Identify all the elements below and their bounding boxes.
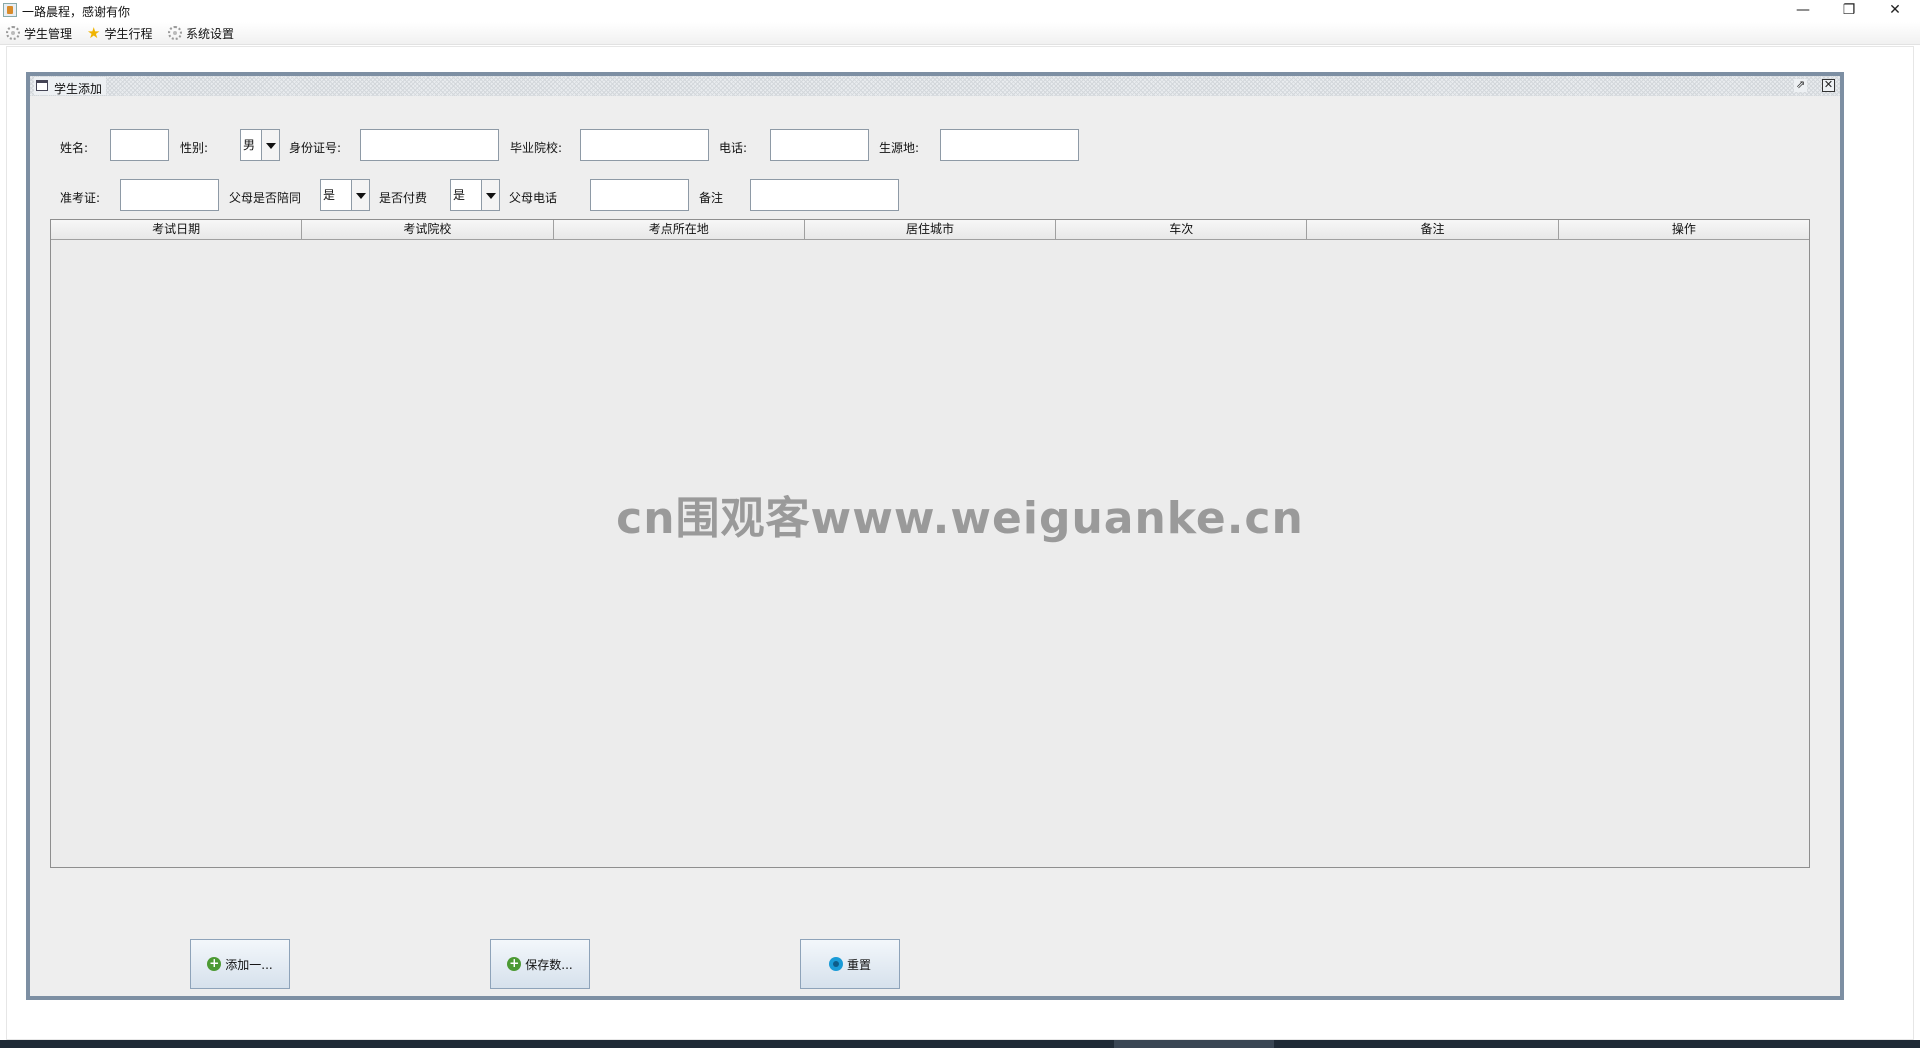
- idcard-label: 身份证号:: [289, 141, 342, 155]
- parent-phone-label: 父母电话: [509, 191, 558, 205]
- frame-titlebar[interactable]: [30, 76, 1840, 96]
- column-header-train-number[interactable]: 车次: [1056, 220, 1308, 239]
- menu-bar: [0, 22, 1920, 45]
- parent-phone-input[interactable]: [590, 179, 689, 211]
- origin-input[interactable]: [940, 129, 1079, 161]
- window-titlebar: [0, 0, 1920, 22]
- parents-accompany-label: 父母是否陪同: [229, 191, 302, 205]
- save-data-button[interactable]: + 保存数...: [490, 939, 590, 989]
- add-row-label: 添加一...: [225, 957, 273, 972]
- paid-select[interactable]: 是: [450, 179, 500, 211]
- add-row-button[interactable]: + 添加一...: [190, 939, 290, 989]
- watermark-text: cn围观客www.weiguanke.cn: [616, 493, 1304, 544]
- idcard-input[interactable]: [360, 129, 499, 161]
- minimize-button[interactable]: —: [1780, 0, 1826, 22]
- gender-label: 性别:: [180, 141, 209, 155]
- paid-label: 是否付费: [379, 191, 428, 205]
- save-data-label: 保存数...: [525, 957, 573, 972]
- remark-label: 备注: [699, 191, 724, 205]
- taskbar-item[interactable]: [1114, 1040, 1274, 1048]
- name-label: 姓名:: [60, 141, 89, 155]
- column-header-action[interactable]: 操作: [1558, 220, 1809, 239]
- phone-input[interactable]: [770, 129, 869, 161]
- reset-label: 重置: [846, 957, 871, 972]
- school-input[interactable]: [580, 129, 709, 161]
- java-app-icon: [3, 3, 17, 17]
- menu-system-settings[interactable]: 系统设置: [168, 24, 234, 42]
- chevron-down-icon[interactable]: [352, 180, 369, 210]
- menu-label: 系统设置: [186, 26, 235, 41]
- chevron-down-icon[interactable]: [482, 180, 499, 210]
- column-header-exam-date[interactable]: 考试日期: [51, 220, 303, 239]
- gender-select[interactable]: 男: [240, 129, 280, 161]
- gender-select-value: 男: [241, 130, 262, 160]
- parents-accompany-select[interactable]: 是: [320, 179, 370, 211]
- frame-window-icon: [36, 80, 48, 91]
- menu-label: 学生行程: [104, 26, 153, 41]
- plus-icon: +: [507, 956, 522, 971]
- window-title: 一路晨程，感谢有你: [22, 5, 131, 19]
- phone-label: 电话:: [719, 141, 748, 155]
- star-icon: ★: [87, 24, 101, 42]
- frame-title: 学生添加: [54, 82, 103, 96]
- reset-icon: [828, 957, 843, 971]
- gear-icon: [6, 26, 20, 40]
- menu-student-management[interactable]: 学生管理: [6, 24, 72, 42]
- menu-student-trip[interactable]: ★ 学生行程: [87, 24, 152, 42]
- restore-button[interactable]: ❐: [1826, 0, 1872, 22]
- ticket-input[interactable]: [120, 179, 219, 211]
- close-button[interactable]: ✕: [1872, 0, 1918, 22]
- ticket-label: 准考证:: [60, 191, 101, 205]
- taskbar: [0, 1040, 1920, 1048]
- column-header-exam-location[interactable]: 考点所在地: [553, 220, 805, 239]
- paid-select-value: 是: [451, 180, 482, 210]
- menu-label: 学生管理: [24, 26, 73, 41]
- remark-input[interactable]: [750, 179, 899, 211]
- frame-restore-icon[interactable]: ⇗: [1794, 79, 1807, 92]
- plus-icon: +: [207, 956, 222, 971]
- origin-label: 生源地:: [879, 141, 920, 155]
- parents-accompany-value: 是: [321, 180, 352, 210]
- table-header: 考试日期 考试院校 考点所在地 居住城市 车次 备注 操作: [51, 220, 1809, 240]
- school-label: 毕业院校:: [510, 141, 563, 155]
- gear-icon: [168, 26, 182, 40]
- column-header-remark[interactable]: 备注: [1307, 220, 1559, 239]
- column-header-exam-school[interactable]: 考试院校: [302, 220, 554, 239]
- reset-button[interactable]: 重置: [800, 939, 900, 989]
- column-header-residence-city[interactable]: 居住城市: [804, 220, 1057, 239]
- name-input[interactable]: [110, 129, 169, 161]
- chevron-down-icon[interactable]: [262, 130, 279, 160]
- frame-close-icon[interactable]: ✕: [1822, 79, 1835, 92]
